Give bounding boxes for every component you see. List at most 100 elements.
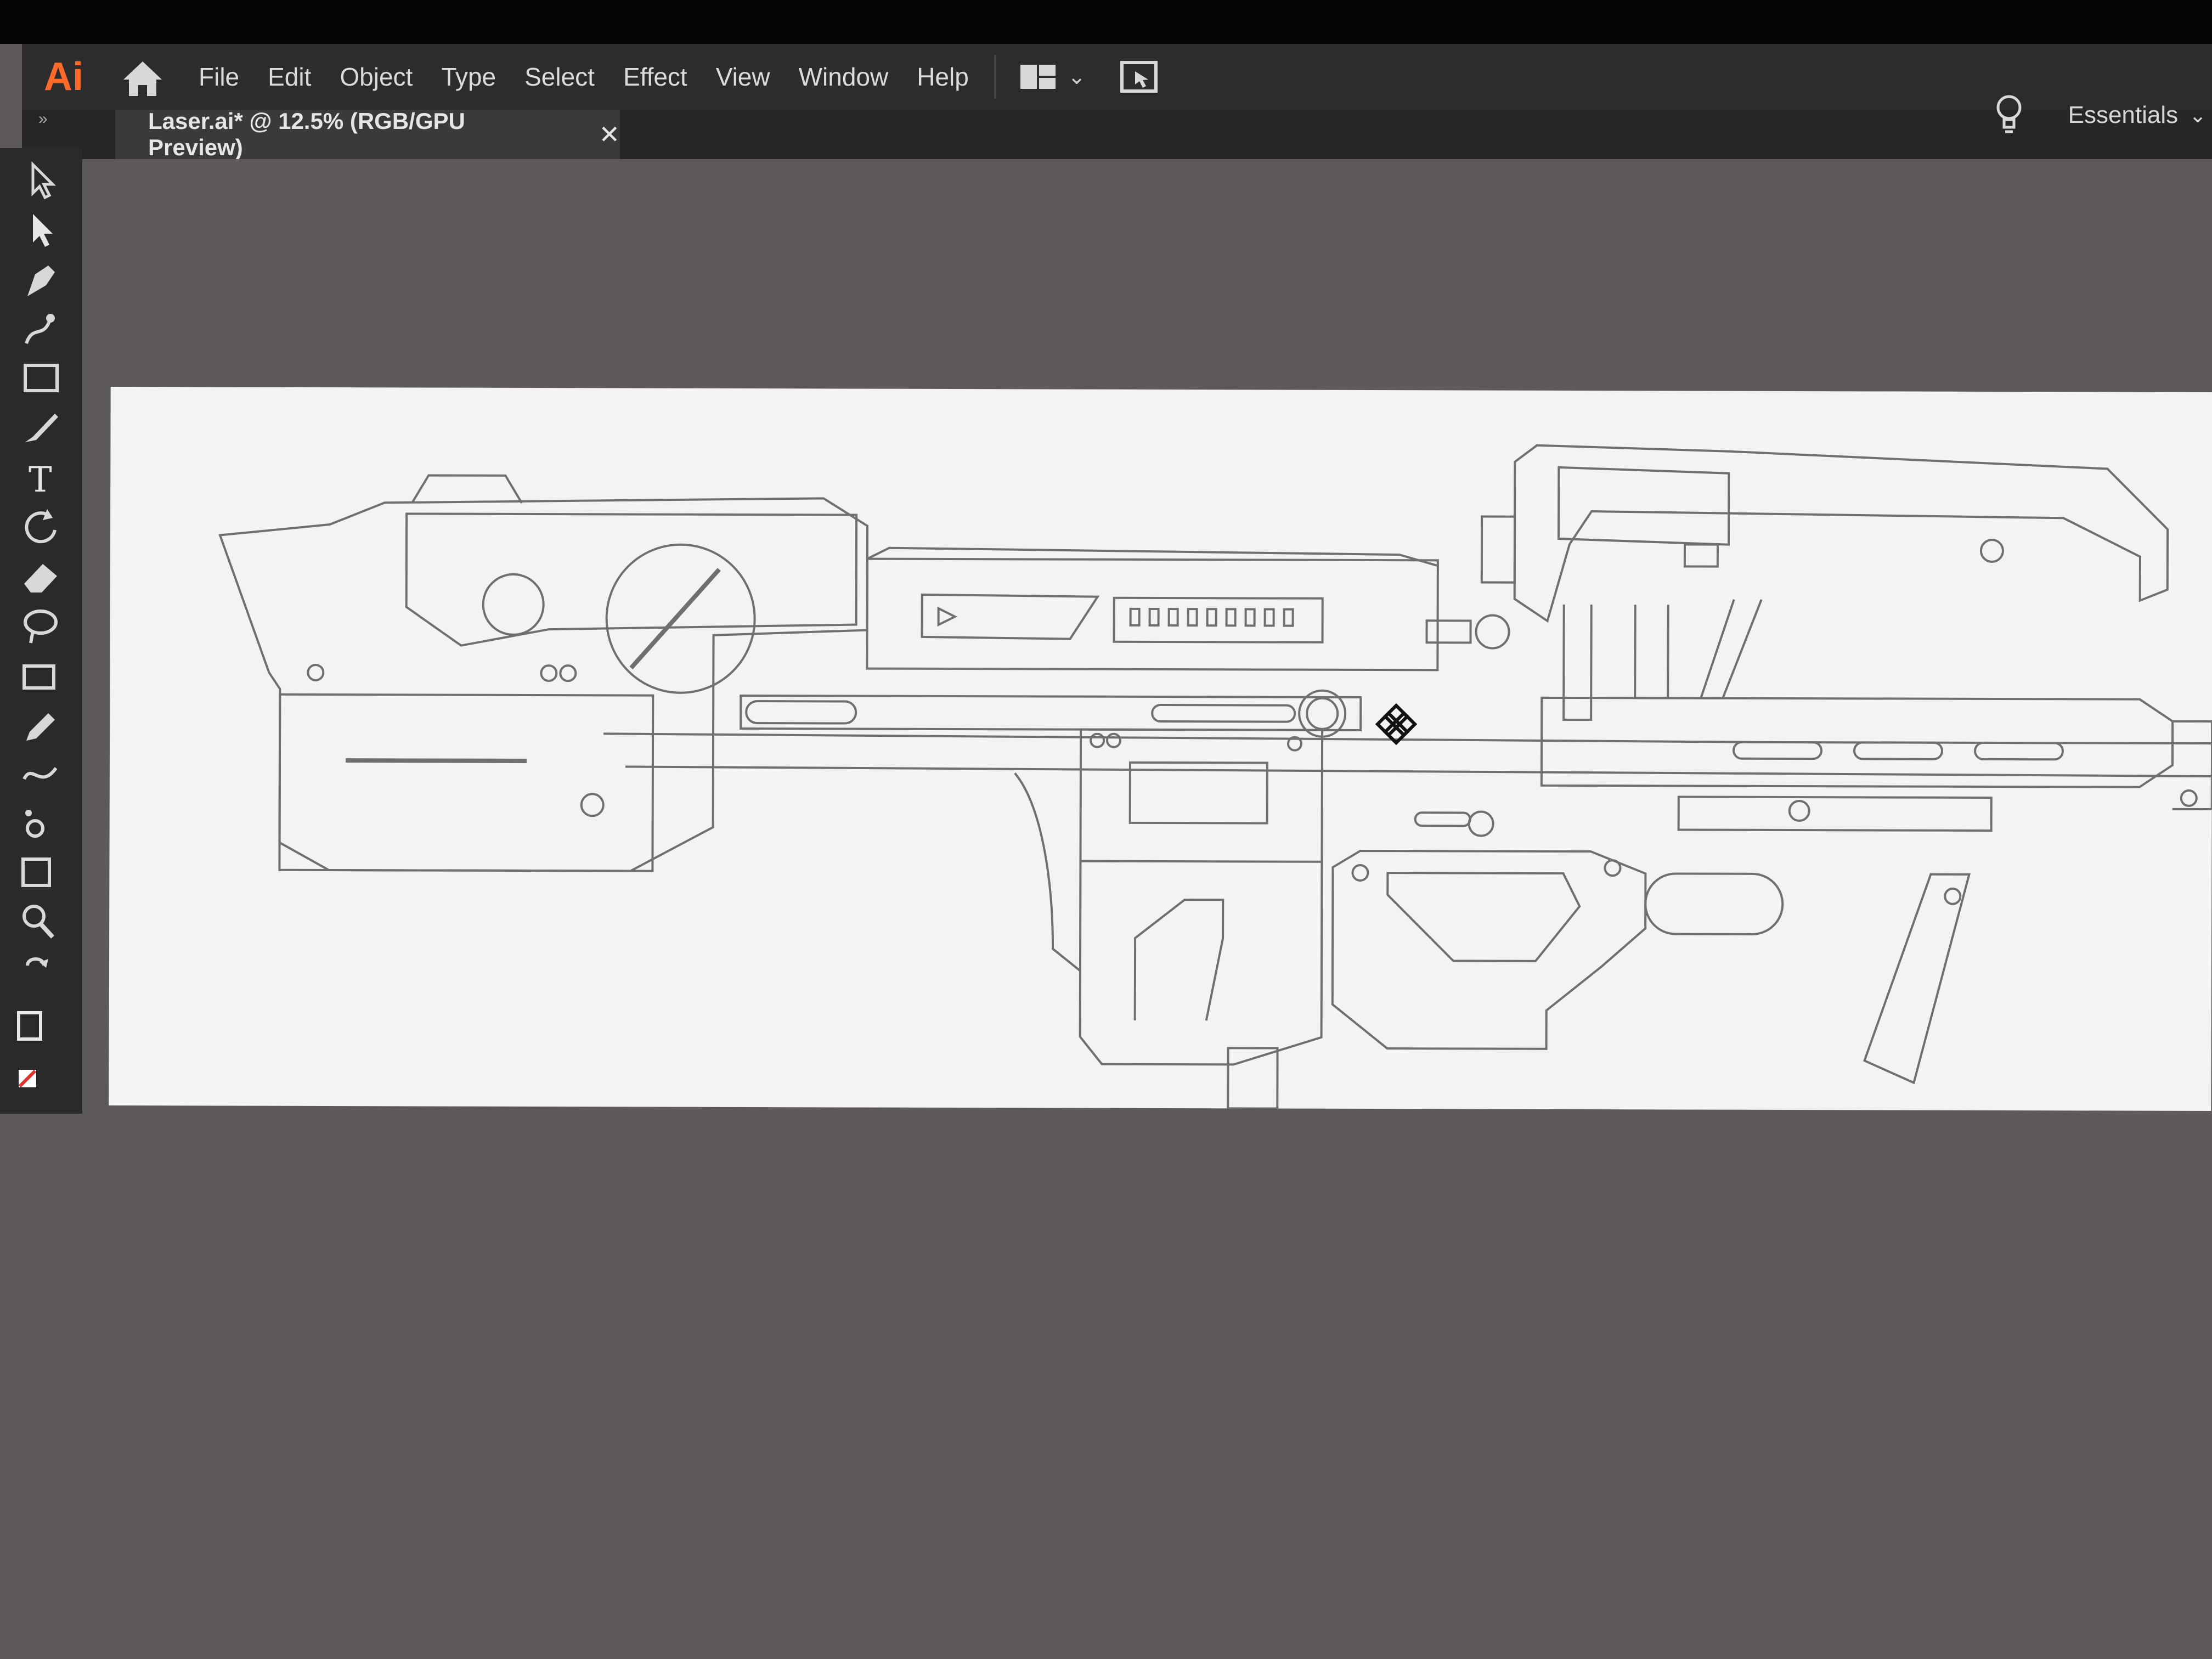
lasso-tool-icon[interactable] [16, 603, 66, 647]
menu-file[interactable]: File [199, 62, 239, 92]
menu-effect[interactable]: Effect [623, 62, 687, 92]
close-icon[interactable]: ✕ [599, 120, 620, 149]
eyedropper-tool-icon[interactable] [16, 702, 66, 746]
document-tab[interactable]: Laser.ai* @ 12.5% (RGB/GPU Preview) ✕ [115, 108, 620, 160]
direct-selection-tool-icon[interactable] [16, 208, 66, 252]
rear-sight-ring [1475, 614, 1510, 650]
rail-sight-pin [1788, 800, 1810, 822]
type-tool-icon[interactable]: T [16, 455, 66, 500]
menu-window[interactable]: Window [799, 62, 889, 92]
workspace-controls: Essentials ⌄ [1994, 82, 2212, 148]
menu-select[interactable]: Select [524, 62, 595, 92]
foregrip-pin [1944, 887, 1962, 905]
vent-8 [1263, 608, 1275, 627]
grip-latch [1227, 1047, 1279, 1110]
eraser-tool-icon[interactable] [16, 554, 66, 598]
rotate-tool-icon[interactable] [16, 505, 66, 549]
vent-6 [1225, 608, 1237, 627]
canvas-area[interactable] [82, 159, 2212, 1659]
shape-builder-tool-icon[interactable] [16, 653, 66, 697]
home-icon[interactable] [115, 49, 170, 104]
paintbrush-tool-icon[interactable] [16, 406, 66, 450]
menu-bar: Ai File Edit Object Type Select Effect V… [22, 44, 2212, 110]
menu-object[interactable]: Object [340, 62, 413, 92]
vent-5 [1206, 608, 1217, 627]
rear-sight-post [1480, 515, 1516, 584]
arrange-documents-icon[interactable] [1119, 59, 1159, 94]
trigger-guard [1014, 772, 1081, 972]
grip-detail [1133, 899, 1224, 1021]
document-tab-bar: » Laser.ai* @ 12.5% (RGB/GPU Preview) ✕ [22, 108, 2212, 160]
rail-slot-1 [1414, 811, 1471, 827]
swap-fill-stroke-icon[interactable] [16, 949, 66, 993]
cursor-move-icon [1375, 703, 1418, 746]
chevron-down-icon: ⌄ [1067, 65, 1086, 89]
screen-bezel [0, 0, 2212, 44]
front-rail-slot-3 [1973, 741, 2064, 761]
artboard[interactable] [109, 386, 2212, 1111]
butt-pad [278, 693, 654, 872]
stock-outline [218, 497, 869, 872]
artboard-tool-icon[interactable] [16, 850, 66, 894]
foregrip [1863, 873, 1971, 1085]
blend-tool-icon[interactable] [16, 752, 66, 795]
handguard [1331, 849, 1647, 1050]
workspace-label[interactable]: Essentials [2068, 101, 2179, 129]
housing-rivet [1468, 810, 1494, 837]
vent-7 [1244, 608, 1256, 627]
handguard-cutout [1386, 872, 1581, 962]
screw-2 [540, 664, 558, 682]
vent-2 [1148, 607, 1160, 627]
inner-rail-slot [745, 700, 857, 725]
muzzle-ring-inner [1306, 697, 1339, 730]
latch [1425, 619, 1472, 644]
menu-edit[interactable]: Edit [268, 62, 311, 92]
muzzle-screw [2180, 789, 2198, 807]
pen-tool-icon[interactable] [16, 258, 66, 302]
lightbulb-icon[interactable] [1994, 93, 2024, 137]
chevron-down-icon[interactable]: ⌄ [2189, 103, 2207, 128]
inner-rail-slot-2 [1151, 703, 1296, 723]
upper-receiver-top [867, 546, 1438, 567]
handguard-screw-1 [1351, 864, 1369, 882]
optic-housing [1513, 444, 2169, 623]
app-logo: Ai [44, 55, 83, 99]
screw-1 [307, 663, 325, 681]
ejection-bolt-2 [1106, 732, 1122, 748]
optic-mount [1683, 543, 1719, 568]
menu-type[interactable]: Type [441, 62, 496, 92]
document-tab-title: Laser.ai* @ 12.5% (RGB/GPU Preview) [148, 108, 465, 160]
optic-leg-1 [1562, 604, 1593, 721]
menu-separator [994, 55, 996, 99]
svg-text:T: T [29, 460, 52, 499]
menu-view[interactable]: View [716, 62, 770, 92]
ejection-bolt-1 [1090, 732, 1105, 748]
zoom-tool-icon[interactable] [16, 900, 66, 944]
rectangle-tool-icon[interactable] [16, 357, 66, 400]
collapse-panels-icon[interactable]: » [38, 110, 48, 128]
tools-panel: T [0, 148, 82, 1114]
optic-leg-3 [1699, 599, 1763, 699]
curvature-tool-icon[interactable] [16, 307, 66, 351]
vent-3 [1167, 608, 1179, 627]
butt-pad-slot [345, 758, 527, 763]
stock-cheek-rest [405, 512, 858, 647]
fill-stroke-swatch-icon[interactable] [16, 1004, 66, 1048]
play-triangle-icon [937, 606, 958, 627]
stock-top-plate [411, 474, 523, 504]
symbol-sprayer-tool-icon[interactable] [16, 801, 66, 845]
screw-4 [580, 793, 605, 817]
stock-port-slot [629, 568, 721, 670]
stock-port-large [605, 543, 756, 694]
stock-port-small [482, 573, 545, 636]
screw-3 [559, 664, 577, 682]
barrel-line-2 [625, 765, 2212, 778]
menu-help[interactable]: Help [917, 62, 969, 92]
optic-screw [1979, 538, 2004, 563]
vent-9 [1283, 608, 1294, 627]
optic-leg-2 [1634, 605, 1669, 699]
workspace-switcher[interactable]: ⌄ [1018, 60, 1086, 93]
vent-4 [1187, 608, 1198, 627]
selection-tool-icon[interactable] [16, 159, 66, 203]
none-swatch-icon[interactable] [16, 1059, 66, 1103]
